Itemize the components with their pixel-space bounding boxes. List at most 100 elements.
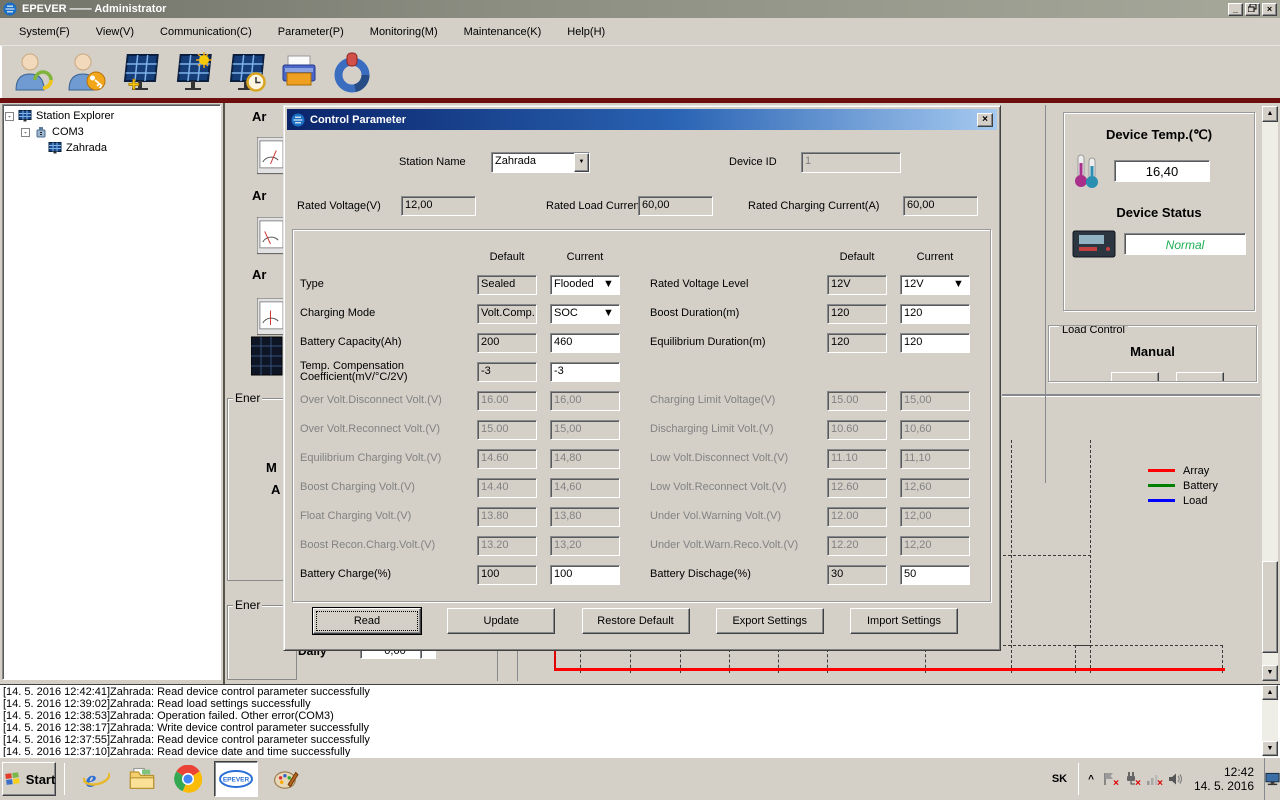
param-row: Over Volt.Reconnect Volt.(V) 15.00 15,00 bbox=[300, 415, 632, 444]
load-off-button[interactable] bbox=[1176, 372, 1224, 381]
menu-item-systemf[interactable]: System(F) bbox=[6, 23, 83, 41]
rated-charging-current-label: Rated Charging Current(A) bbox=[748, 200, 880, 212]
panel-edge bbox=[517, 649, 518, 681]
param-default-value: 30 bbox=[827, 564, 887, 585]
scroll-down-icon[interactable]: ▼ bbox=[1262, 741, 1278, 756]
scroll-up-icon[interactable]: ▲ bbox=[1262, 106, 1278, 122]
internet-explorer-icon[interactable]: e bbox=[82, 765, 111, 793]
collapse-icon[interactable]: - bbox=[21, 127, 30, 137]
network-signal-icon[interactable]: × bbox=[1145, 771, 1163, 789]
printer-icon[interactable] bbox=[277, 51, 321, 93]
show-desktop-button[interactable] bbox=[1264, 758, 1280, 800]
scroll-down-icon[interactable]: ▼ bbox=[1262, 665, 1278, 681]
user-key-icon[interactable] bbox=[65, 51, 109, 93]
scrollbar-thumb[interactable] bbox=[1262, 561, 1278, 653]
file-explorer-icon[interactable] bbox=[128, 765, 156, 793]
chevron-down-icon[interactable]: ▼ bbox=[603, 277, 618, 293]
array-metric-label: Ar bbox=[252, 267, 267, 282]
param-current-input[interactable]: 120 bbox=[900, 332, 970, 353]
paint-taskbar-button[interactable] bbox=[264, 761, 308, 797]
panel-edge bbox=[1045, 105, 1046, 483]
device-status-label: Device Status bbox=[1116, 205, 1202, 220]
menu-item-parameterp[interactable]: Parameter(P) bbox=[265, 23, 357, 41]
param-current-select[interactable]: Flooded ▼ bbox=[550, 274, 620, 295]
chevron-down-icon[interactable]: ▼ bbox=[953, 277, 968, 293]
import-settings-button[interactable]: Import Settings bbox=[850, 608, 958, 634]
rated-voltage-label: Rated Voltage(V) bbox=[297, 200, 381, 212]
param-current-input[interactable]: 460 bbox=[550, 332, 620, 353]
device-temp-value: 16,40 bbox=[1114, 160, 1210, 182]
device-id-field: 1 bbox=[801, 152, 901, 173]
scroll-up-icon[interactable]: ▲ bbox=[1262, 685, 1278, 700]
tree-root-label: Station Explorer bbox=[36, 110, 115, 122]
param-row: Battery Charge(%) 100 100 bbox=[300, 560, 632, 589]
tree-item-com3[interactable]: - COM3 bbox=[5, 124, 218, 140]
menu-item-maintenancek[interactable]: Maintenance(K) bbox=[451, 23, 555, 41]
tree-item-root[interactable]: - Station Explorer bbox=[5, 108, 218, 124]
legend-color-line bbox=[1148, 484, 1175, 487]
close-button[interactable]: × bbox=[1262, 2, 1277, 16]
tree-item-station[interactable]: Zahrada bbox=[5, 140, 218, 156]
language-indicator[interactable]: SK bbox=[1052, 773, 1067, 785]
legend-color-line bbox=[1148, 469, 1175, 472]
speaker-icon[interactable] bbox=[1167, 771, 1183, 787]
parameters-groupbox: Default Current Type Sealed Flooded ▼ Ch… bbox=[292, 229, 991, 602]
power-icon[interactable] bbox=[330, 51, 374, 93]
param-row: Discharging Limit Volt.(V) 10.60 10,60 bbox=[650, 415, 982, 444]
chevron-down-icon[interactable]: ▼ bbox=[603, 306, 618, 322]
station-sun-icon[interactable] bbox=[171, 51, 215, 93]
epever-logo-icon bbox=[3, 2, 17, 16]
menu-item-communicationc[interactable]: Communication(C) bbox=[147, 23, 265, 41]
chart-gridline bbox=[1075, 645, 1223, 646]
param-label: Battery Charge(%) bbox=[300, 568, 392, 580]
param-label: Float Charging Volt.(V) bbox=[300, 510, 412, 522]
log-scrollbar[interactable]: ▲ ▼ bbox=[1262, 685, 1278, 757]
param-current-input[interactable]: 120 bbox=[900, 303, 970, 324]
param-current-input[interactable]: 50 bbox=[900, 564, 970, 585]
param-default-value: 12.00 bbox=[827, 506, 887, 527]
station-clock-icon[interactable] bbox=[224, 51, 268, 93]
menu-item-viewv[interactable]: View(V) bbox=[83, 23, 147, 41]
tray-clock[interactable]: 12:42 14. 5. 2016 bbox=[1194, 765, 1254, 793]
menu-item-helph[interactable]: Help(H) bbox=[554, 23, 618, 41]
read-button[interactable]: Read bbox=[313, 608, 421, 634]
update-button[interactable]: Update bbox=[447, 608, 556, 634]
start-button[interactable]: Start bbox=[2, 762, 56, 796]
param-current-select[interactable]: 12V ▼ bbox=[900, 274, 970, 295]
minimize-button[interactable]: _ bbox=[1228, 2, 1243, 16]
alert-flag-icon[interactable]: × bbox=[1101, 771, 1119, 789]
param-label: Battery Capacity(Ah) bbox=[300, 336, 402, 348]
param-current-input: 11,10 bbox=[900, 448, 970, 469]
chrome-icon[interactable] bbox=[174, 764, 203, 793]
restore-button[interactable] bbox=[1245, 2, 1260, 16]
load-on-button[interactable] bbox=[1111, 372, 1159, 381]
param-row: Under Vol.Warning Volt.(V) 12.00 12,00 bbox=[650, 502, 982, 531]
param-current-input: 14,80 bbox=[550, 448, 620, 469]
main-scrollbar[interactable]: ▲ ▼ bbox=[1262, 106, 1278, 681]
epever-taskbar-button[interactable]: EPEVER bbox=[214, 761, 258, 797]
hidden-icons-chevron-icon[interactable]: ^ bbox=[1088, 774, 1094, 785]
annual-label: A bbox=[271, 482, 281, 497]
restore-default-button[interactable]: Restore Default bbox=[581, 608, 690, 634]
param-current-select[interactable]: SOC ▼ bbox=[550, 303, 620, 324]
menu-item-monitoringm[interactable]: Monitoring(M) bbox=[357, 23, 451, 41]
tray-time: 12:42 bbox=[1223, 765, 1254, 779]
dialog-close-button[interactable]: × bbox=[977, 112, 993, 127]
legend-color-line bbox=[1148, 499, 1175, 502]
station-add-icon[interactable]: + bbox=[118, 51, 162, 96]
power-plug-icon[interactable]: × bbox=[1123, 771, 1141, 789]
station-name-select[interactable]: Zahrada ▼ bbox=[491, 152, 590, 173]
export-settings-button[interactable]: Export Settings bbox=[715, 608, 824, 634]
user-switch-icon[interactable] bbox=[12, 51, 56, 93]
param-row: Equilibrium Duration(m) 120 120 bbox=[650, 328, 982, 357]
gauge-icon bbox=[256, 297, 285, 338]
param-current-input[interactable]: -3 bbox=[550, 361, 620, 382]
chevron-down-icon[interactable]: ▼ bbox=[574, 153, 589, 172]
param-current-input: 16,00 bbox=[550, 390, 620, 411]
rated-voltage-value: 12,00 bbox=[401, 196, 476, 216]
param-label: Under Volt.Warn.Reco.Volt.(V) bbox=[650, 539, 799, 551]
param-current-input[interactable]: 100 bbox=[550, 564, 620, 585]
collapse-icon[interactable]: - bbox=[5, 111, 14, 121]
param-label: Rated Voltage Level bbox=[650, 278, 749, 290]
start-label: Start bbox=[25, 771, 56, 787]
